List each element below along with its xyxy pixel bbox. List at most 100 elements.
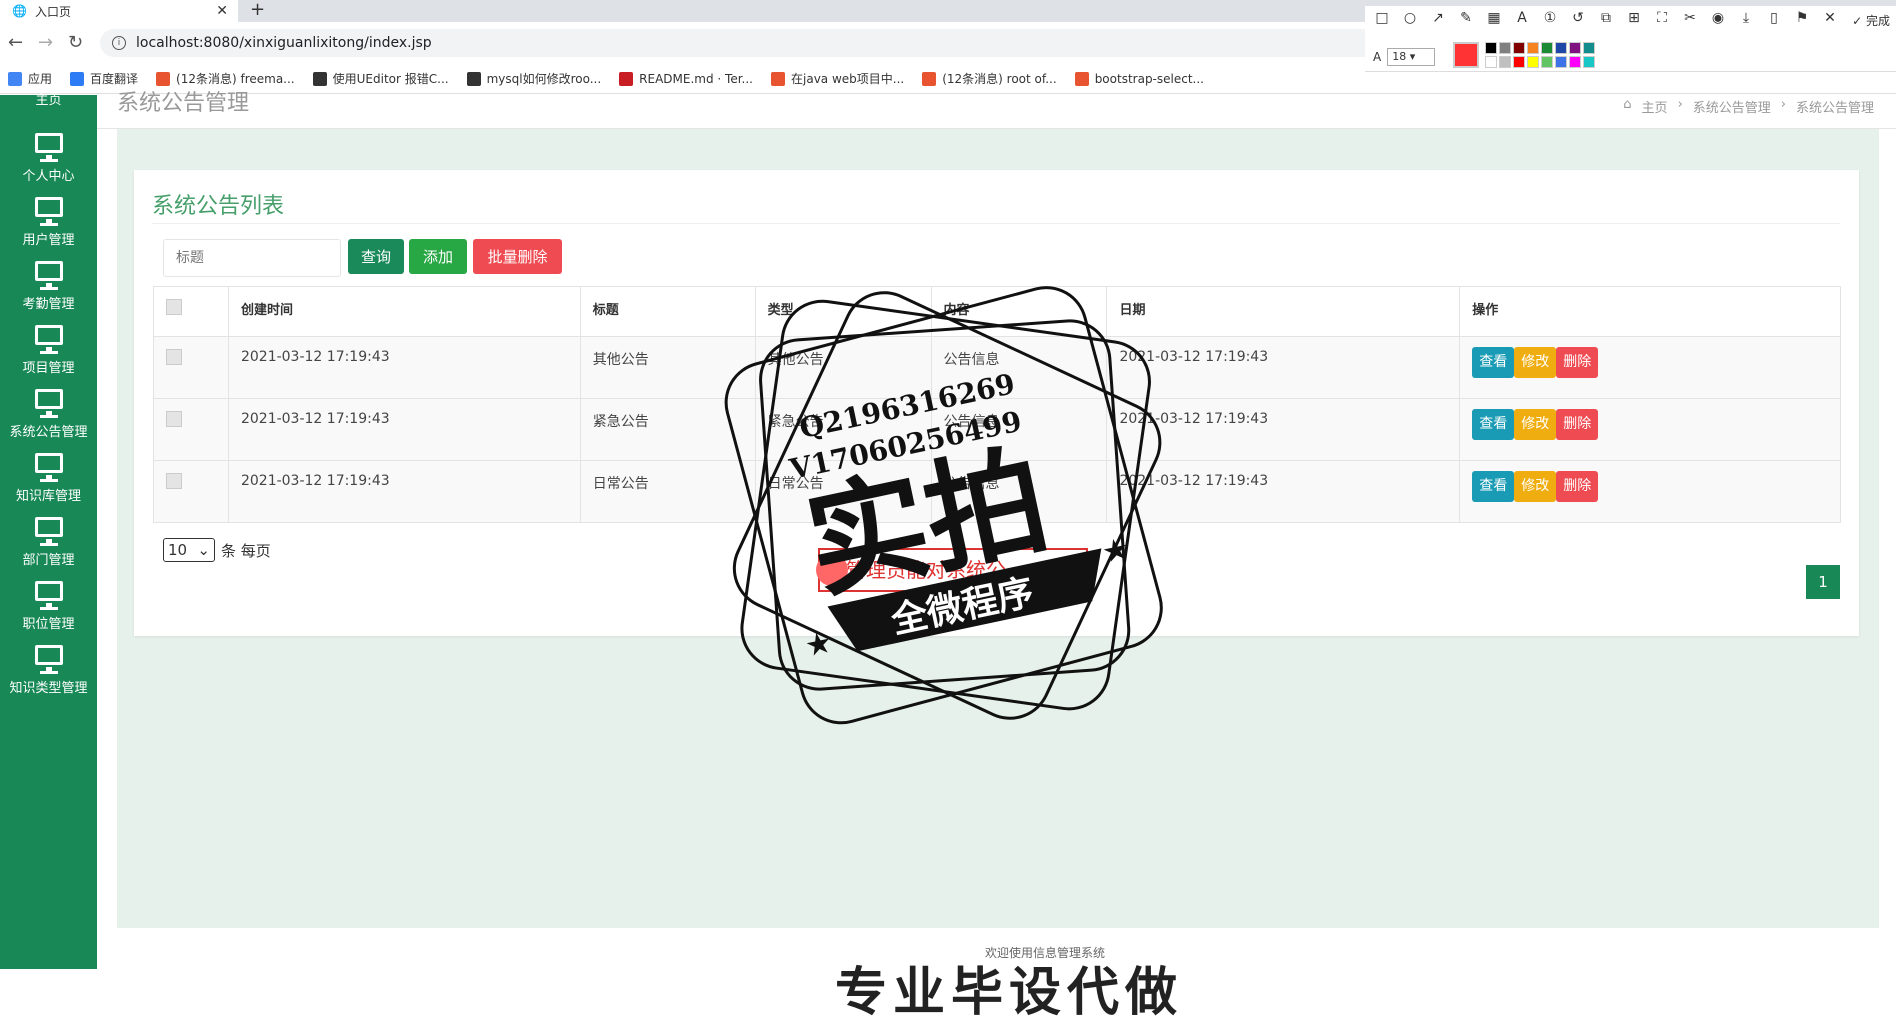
palette-color-swatch[interactable] [1569,42,1581,54]
font-size-control[interactable]: A 18 ▾ [1373,48,1436,66]
phone-icon[interactable]: ▯ [1765,10,1783,26]
tooltip-hint: 管理员能对系统公... [816,548,1088,592]
bookmark-item[interactable]: (12条消息) root of... [922,70,1057,87]
cell-title: 其他公告 [579,336,756,399]
row-checkbox[interactable] [166,349,182,365]
bookmark-item[interactable]: mysql如何修改roo... [466,70,601,87]
page-size-select[interactable]: 10 ⌄ [163,538,215,562]
close-icon[interactable]: ✕ [216,3,228,19]
sidebar-item[interactable]: 个人中心 [0,133,97,184]
edit-button[interactable]: 修改 [1514,347,1557,378]
bookmark-item[interactable]: 在java web项目中... [771,70,904,87]
palette-color-swatch[interactable] [1555,56,1567,68]
font-size-select[interactable]: 18 ▾ [1387,48,1436,66]
scan-tool-icon[interactable]: ⛶ [1653,10,1671,26]
row-checkbox[interactable] [166,473,182,489]
palette-color-swatch[interactable] [1541,42,1553,54]
number-tool-icon[interactable]: ① [1541,10,1559,26]
palette-color-swatch[interactable] [1513,56,1525,68]
sidebar-item[interactable]: 知识库管理 [0,453,97,504]
delete-button[interactable]: 删除 [1556,409,1599,440]
palette-color-swatch[interactable] [1527,42,1539,54]
row-checkbox[interactable] [166,411,182,427]
bookmark-favicon-icon [312,71,327,86]
sidebar-item-label: 职位管理 [22,617,75,632]
palette-color-swatch[interactable] [1499,56,1511,68]
sidebar-item[interactable]: 用户管理 [0,197,97,248]
table-cell [153,336,229,399]
rectangle-tool-icon[interactable]: □ [1373,10,1391,26]
browser-tab[interactable]: 🌐 入口页 ✕ [0,0,238,22]
bookmark-item[interactable]: 使用UEditor 报错C... [312,70,449,87]
ellipse-tool-icon[interactable]: ○ [1401,10,1419,26]
select-all-checkbox[interactable] [166,299,182,315]
delete-button[interactable]: 删除 [1556,347,1599,378]
column-header[interactable]: 内容 [930,286,1108,337]
info-icon[interactable]: i [112,36,126,50]
sidebar-item[interactable]: 部门管理 [0,517,97,568]
breadcrumb-section[interactable]: 系统公告管理 [1693,97,1771,116]
palette-color-swatch[interactable] [1569,56,1581,68]
palette-color-swatch[interactable] [1555,42,1567,54]
forward-arrow-icon[interactable]: → [38,32,53,53]
sidebar-item[interactable]: 主页 [0,81,97,108]
reload-icon[interactable]: ↻ [68,32,83,53]
back-arrow-icon[interactable]: ← [8,32,23,53]
monitor-icon [34,197,63,226]
bookmark-item[interactable]: bootstrap-select... [1074,71,1204,86]
sidebar-item[interactable]: 知识类型管理 [0,645,97,696]
current-color-swatch[interactable] [1453,42,1479,68]
sidebar-item[interactable]: 职位管理 [0,581,97,632]
column-header[interactable]: 类型 [754,286,932,337]
sidebar-item[interactable]: 考勤管理 [0,261,97,312]
sidebar-item[interactable]: 系统公告管理 [0,389,97,440]
palette-color-swatch[interactable] [1583,42,1595,54]
column-header[interactable]: 日期 [1106,286,1461,337]
palette-color-swatch[interactable] [1485,56,1497,68]
pin-tool-icon[interactable]: ✂ [1681,10,1699,26]
table-row: 2021-03-12 17:19:43 日常公告 日常公告 公告信息 2021-03-1… [153,460,1841,523]
text-tool-icon[interactable]: A [1513,10,1531,26]
record-tool-icon[interactable]: ◉ [1709,10,1727,26]
bookmark-item[interactable]: README.md · Ter... [619,71,753,86]
search-button[interactable]: 查询 [348,239,404,274]
monitor-icon [34,325,63,354]
undo-icon[interactable]: ↺ [1569,10,1587,26]
column-header[interactable]: 创建时间 [227,286,581,337]
edit-button[interactable]: 修改 [1514,471,1557,502]
table-cell: 查看 修改 删除 [1459,460,1841,523]
done-button[interactable]: ✓ 完成 [1852,12,1890,29]
breadcrumb-home[interactable]: 主页 [1642,97,1668,116]
bookmark-icon[interactable]: ⚑ [1793,10,1811,26]
translate-tool-icon[interactable]: ⊞ [1625,10,1643,26]
view-button[interactable]: 查看 [1472,347,1515,378]
breadcrumb-separator: › [1677,97,1683,112]
delete-button[interactable]: 删除 [1556,471,1599,502]
edit-button[interactable]: 修改 [1514,409,1557,440]
view-button[interactable]: 查看 [1472,409,1515,440]
palette-color-swatch[interactable] [1485,42,1497,54]
cell-date: 2021-03-12 17:19:43 [1106,398,1461,461]
bookmark-favicon-icon [1074,71,1089,86]
pen-tool-icon[interactable]: ✎ [1457,10,1475,26]
page-number-button[interactable]: 1 [1806,565,1840,599]
palette-color-swatch[interactable] [1583,56,1595,68]
bookmark-label: (12条消息) root of... [942,72,1057,86]
palette-color-swatch[interactable] [1527,56,1539,68]
column-header[interactable]: 标题 [579,286,756,337]
palette-color-swatch[interactable] [1513,42,1525,54]
arrow-tool-icon[interactable]: ↗ [1429,10,1447,26]
sidebar-item[interactable]: 项目管理 [0,325,97,376]
title-search-input[interactable] [163,239,341,277]
batch-delete-button[interactable]: 批量删除 [473,239,562,274]
view-button[interactable]: 查看 [1472,471,1515,502]
palette-color-swatch[interactable] [1541,56,1553,68]
add-button[interactable]: 添加 [409,239,467,274]
ocr-tool-icon[interactable]: ⧉ [1597,10,1615,26]
mosaic-tool-icon[interactable]: ▦ [1485,10,1503,26]
new-tab-button[interactable]: + [250,0,265,20]
sidebar-item-label: 考勤管理 [22,297,75,312]
cancel-icon[interactable]: ✕ [1821,10,1839,26]
palette-color-swatch[interactable] [1499,42,1511,54]
download-icon[interactable]: ⤓ [1737,10,1755,26]
